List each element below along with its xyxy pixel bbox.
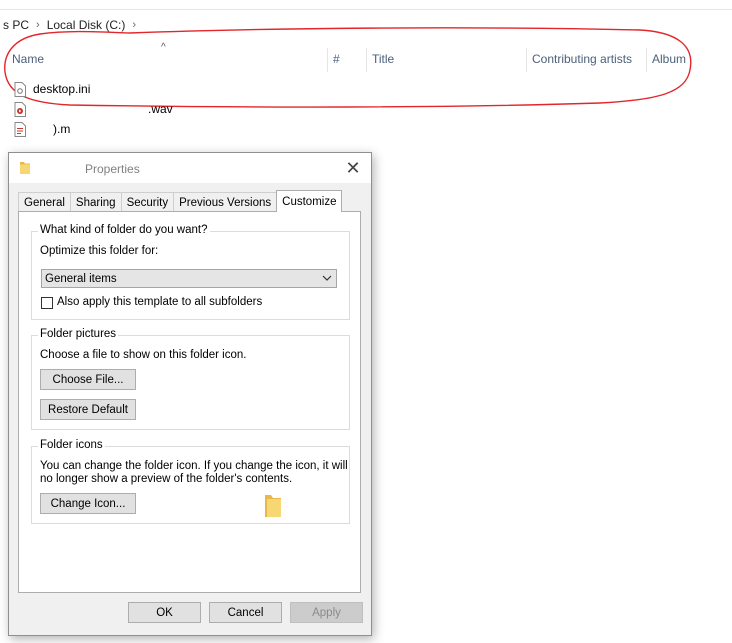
- optimize-folder-select[interactable]: General items: [41, 269, 337, 288]
- tab-previous-versions[interactable]: Previous Versions: [173, 192, 278, 212]
- folder-pictures-legend: Folder pictures: [38, 328, 119, 340]
- tab-customize[interactable]: Customize: [276, 190, 343, 212]
- column-album[interactable]: Album: [646, 42, 726, 76]
- folder-pictures-group: Folder pictures Choose a file to show on…: [31, 328, 350, 430]
- chevron-right-icon: ›: [36, 19, 40, 31]
- file-row-desktop-ini[interactable]: desktop.ini: [14, 80, 90, 98]
- folder-preview-icon: [264, 492, 282, 521]
- folder-icons-group: Folder icons You can change the folder i…: [31, 439, 350, 524]
- column-number[interactable]: #: [327, 42, 365, 76]
- close-icon[interactable]: ✕: [343, 157, 363, 179]
- breadcrumb: s PC › Local Disk (C:) ›: [0, 13, 140, 37]
- file-row-wav[interactable]: .wav: [14, 100, 173, 118]
- optimize-label: Optimize this folder for:: [40, 245, 159, 257]
- folder-icon: [20, 161, 30, 177]
- file-name: ).m: [53, 122, 71, 136]
- restore-default-button[interactable]: Restore Default: [40, 399, 136, 420]
- apply-button[interactable]: Apply: [290, 602, 363, 623]
- apply-subfolders-checkbox[interactable]: [41, 297, 53, 309]
- column-header-row: ^ Name # Title Contributing artists Albu…: [0, 42, 732, 76]
- dialog-titlebar[interactable]: Properties ✕: [9, 153, 371, 183]
- change-icon-button[interactable]: Change Icon...: [40, 493, 136, 514]
- ok-button[interactable]: OK: [128, 602, 201, 623]
- playlist-file-icon: [14, 121, 26, 137]
- column-title[interactable]: Title: [366, 42, 526, 76]
- column-name[interactable]: Name: [6, 42, 324, 76]
- chevron-right-icon[interactable]: ›: [128, 19, 140, 31]
- apply-subfolders-label[interactable]: Also apply this template to all subfolde…: [57, 296, 262, 308]
- breadcrumb-this-pc[interactable]: s PC: [0, 18, 32, 32]
- settings-file-icon: [14, 81, 26, 97]
- top-divider: [0, 9, 732, 10]
- tab-strip: General Sharing Security Previous Versio…: [18, 190, 343, 212]
- file-name: desktop.ini: [33, 82, 91, 96]
- breadcrumb-local-disk[interactable]: Local Disk (C:): [44, 18, 129, 32]
- file-row-playlist[interactable]: ).m: [14, 120, 70, 138]
- selected-option: General items: [45, 272, 117, 285]
- tab-general[interactable]: General: [18, 192, 71, 212]
- cancel-button[interactable]: Cancel: [209, 602, 282, 623]
- chevron-down-icon: [322, 273, 332, 286]
- folder-pictures-description: Choose a file to show on this folder ico…: [40, 349, 247, 361]
- audio-file-icon: [14, 101, 26, 117]
- folder-icons-legend: Folder icons: [38, 439, 105, 451]
- file-name: .wav: [148, 102, 173, 116]
- folder-icons-description-2: no longer show a preview of the folder's…: [40, 473, 293, 485]
- tab-security[interactable]: Security: [120, 192, 175, 212]
- customize-panel: What kind of folder do you want? Optimiz…: [18, 211, 361, 593]
- folder-icons-description-1: You can change the folder icon. If you c…: [40, 460, 348, 472]
- properties-dialog: Properties ✕ General Sharing Security Pr…: [8, 152, 372, 636]
- dialog-title: Properties: [85, 162, 140, 176]
- column-contributing-artists[interactable]: Contributing artists: [526, 42, 646, 76]
- folder-type-group: What kind of folder do you want? Optimiz…: [31, 224, 350, 320]
- choose-file-button[interactable]: Choose File...: [40, 369, 136, 390]
- folder-type-legend: What kind of folder do you want?: [38, 224, 210, 236]
- tab-sharing[interactable]: Sharing: [69, 192, 122, 212]
